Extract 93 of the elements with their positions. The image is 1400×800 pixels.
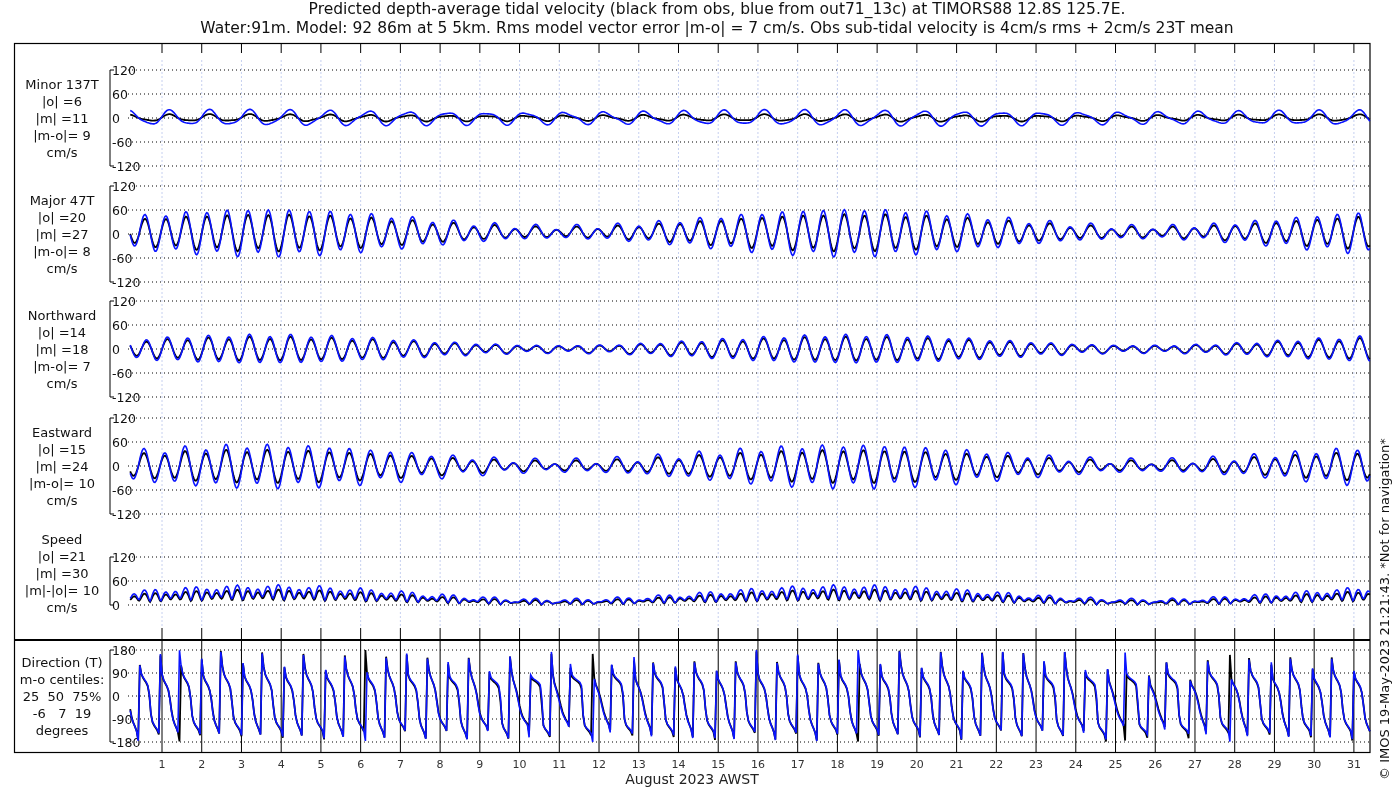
copyright-note: © IMOS 19-May-2023 21:21:43. *Not for navigation* (1377, 438, 1392, 780)
x-tick-label: 20 (909, 758, 924, 771)
panel-label: |m|-|o|= 10 (24, 582, 100, 598)
x-tick-label: 9 (476, 758, 484, 771)
panel-label: Direction (T) (21, 654, 103, 670)
panel-label: |m| =27 (35, 226, 89, 242)
panel-label: |o| =15 (37, 441, 87, 457)
panel-label: |m-o|= 7 (33, 358, 91, 374)
x-tick-label: 28 (1227, 758, 1242, 771)
x-tick-label: 30 (1307, 758, 1322, 771)
y-tick-label: -120 (112, 389, 141, 405)
panel-label: |m| =18 (35, 341, 89, 357)
x-tick-label: 11 (552, 758, 567, 771)
panel-label: |m-o|= 8 (33, 243, 91, 259)
x-tick-label: 29 (1267, 758, 1282, 771)
y-tick-label: 60 (112, 317, 128, 333)
panel-label: |m-o|= 10 (29, 475, 95, 491)
x-tick-label: 1 (158, 758, 166, 771)
x-tick-label: 21 (949, 758, 964, 771)
y-tick-label: 120 (112, 178, 136, 194)
y-tick-label: -60 (112, 134, 133, 150)
x-tick-label: 22 (989, 758, 1004, 771)
x-tick-label: 8 (436, 758, 444, 771)
x-tick-label: 24 (1068, 758, 1083, 771)
x-tick-label: 23 (1029, 758, 1044, 771)
panel-label: |m-o|= 9 (33, 127, 91, 143)
panel-label: |m| =24 (35, 458, 89, 474)
y-tick-label: 90 (112, 665, 128, 681)
panel-label: 25 50 75% (22, 688, 102, 704)
y-tick-label: 180 (112, 642, 136, 658)
panel-label: Minor 137T (25, 76, 99, 92)
x-tick-label: 2 (198, 758, 206, 771)
x-tick-label: 6 (357, 758, 365, 771)
x-tick-label: 12 (592, 758, 607, 771)
x-tick-label: 27 (1188, 758, 1202, 771)
y-tick-label: 120 (112, 62, 136, 78)
y-tick-label: -60 (112, 482, 133, 498)
y-tick-label: 0 (112, 341, 120, 357)
y-tick-label: 0 (112, 226, 120, 242)
panel-label: |o| =14 (37, 324, 87, 340)
y-tick-label: 60 (112, 573, 128, 589)
x-tick-label: 19 (870, 758, 885, 771)
y-tick-label: -90 (112, 711, 133, 727)
x-tick-label: 18 (830, 758, 845, 771)
panel-label: cm/s (46, 599, 78, 615)
x-tick-label: 13 (631, 758, 646, 771)
y-tick-label: -120 (112, 506, 141, 522)
x-tick-label: 14 (671, 758, 686, 771)
y-tick-label: 60 (112, 434, 128, 450)
x-tick-label: 17 (790, 758, 805, 771)
x-tick-label: 5 (317, 758, 325, 771)
y-tick-label: 120 (112, 410, 136, 426)
x-tick-label: 15 (711, 758, 726, 771)
y-tick-label: 120 (112, 549, 136, 565)
panel-label: |o| =20 (37, 209, 87, 225)
panel-label: degrees (35, 722, 89, 738)
x-tick-label: 31 (1346, 758, 1361, 771)
panel-label: cm/s (46, 144, 78, 160)
y-tick-label: 0 (112, 458, 120, 474)
panel-label: Eastward (32, 424, 92, 440)
panel-label: |m| =30 (35, 565, 89, 581)
panel-label: -6 7 19 (32, 705, 92, 721)
y-tick-label: -60 (112, 250, 133, 266)
panel-label: cm/s (46, 260, 78, 276)
y-tick-label: 0 (112, 110, 120, 126)
y-tick-label: -60 (112, 365, 133, 381)
panel-label: m-o centiles: (19, 671, 105, 687)
y-tick-label: 0 (112, 597, 120, 613)
x-axis-label: August 2023 AWST (625, 771, 759, 787)
panel-label: Northward (27, 307, 97, 323)
panel-label: Major 47T (29, 192, 95, 208)
chart-title: Predicted depth-average tidal velocity (black from obs, blue from out71_13c) at TIMORS88 12.8S 125.7E. (308, 0, 1126, 18)
x-tick-label: 10 (512, 758, 527, 771)
x-tick-label: 26 (1148, 758, 1163, 771)
x-tick-label: 3 (237, 758, 245, 771)
panel-label: Speed (41, 531, 83, 547)
y-tick-label: 60 (112, 86, 128, 102)
panel-label: |m| =11 (35, 110, 89, 126)
x-tick-label: 25 (1108, 758, 1123, 771)
chart-title: Water:91m. Model: 92 86m at 5 5km. Rms model vector error |m-o| = 7 cm/s. Obs sub-tidal velocity is 4cm/s rms + 2cm/s 23T mean (200, 19, 1234, 37)
y-tick-label: 0 (112, 688, 120, 704)
y-tick-label: 60 (112, 202, 128, 218)
panel-label: |o| =6 (42, 93, 82, 109)
y-tick-label: -120 (112, 158, 141, 174)
y-tick-label: -120 (112, 274, 141, 290)
y-tick-label: -180 (112, 734, 141, 750)
y-tick-label: 120 (112, 293, 136, 309)
panel-label: cm/s (46, 375, 78, 391)
panel-label: cm/s (46, 492, 78, 508)
panel-label: |o| =21 (37, 548, 87, 564)
x-tick-label: 4 (277, 758, 285, 771)
x-tick-label: 16 (750, 758, 765, 771)
x-tick-label: 7 (396, 758, 404, 771)
